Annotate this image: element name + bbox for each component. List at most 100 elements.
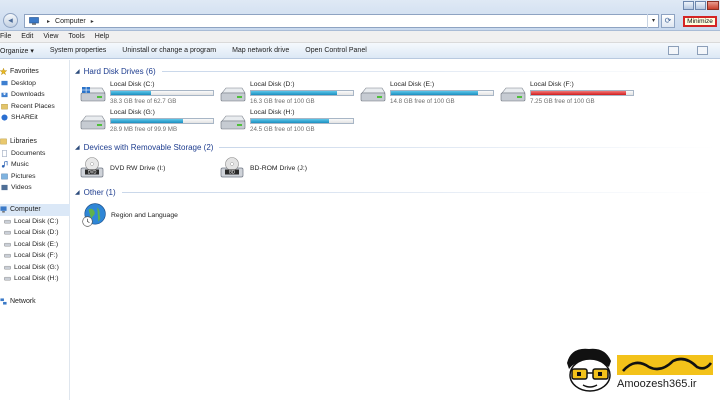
drive-name: Local Disk (H:)	[250, 109, 295, 116]
nav-music[interactable]: Music	[0, 159, 70, 171]
computer-icon	[0, 206, 7, 213]
svg-text:DVD: DVD	[88, 170, 97, 175]
maximize-window-button[interactable]	[695, 1, 706, 10]
uninstall-program-button[interactable]: Uninstall or change a program	[114, 47, 224, 54]
hard-drive-icon	[4, 265, 11, 270]
nav-local-disk-c-label: Local Disk (C:)	[14, 217, 59, 225]
favorites-group: Favorites Desktop Downloads Recent Place…	[0, 66, 70, 124]
hard-drive-icon	[4, 242, 11, 247]
shareit-icon	[1, 114, 8, 121]
map-network-drive-button[interactable]: Map network drive	[224, 47, 297, 54]
globe-clock-icon	[82, 203, 106, 227]
menu-tools[interactable]: Tools	[63, 33, 89, 40]
nav-shareit-label: SHAREit	[11, 114, 38, 122]
minimize-window-button[interactable]	[683, 1, 694, 10]
nav-local-disk-d[interactable]: Local Disk (D:)	[0, 227, 70, 239]
nav-local-disk-c[interactable]: Local Disk (C:)	[0, 216, 70, 228]
open-control-panel-button[interactable]: Open Control Panel	[297, 47, 374, 54]
drive-usage-bar	[530, 90, 634, 96]
nav-libraries[interactable]: Libraries	[0, 136, 70, 148]
group-divider	[161, 70, 715, 72]
group-divider	[219, 146, 715, 148]
hard-drive-icon	[4, 231, 11, 235]
menu-help[interactable]: Help	[90, 33, 114, 40]
region-and-language-item[interactable]: Region and Language	[81, 202, 211, 230]
nav-network[interactable]: Network	[0, 296, 70, 308]
chevron-right-icon[interactable]: ▸	[91, 18, 94, 25]
drive-local-disk-d[interactable]: Local Disk (D:) 16.3 GB free of 100 GB	[220, 80, 360, 108]
nav-desktop[interactable]: Desktop	[0, 78, 70, 90]
drive-name: Local Disk (G:)	[110, 109, 155, 116]
address-dropdown-icon[interactable]: ▾	[647, 14, 659, 28]
removable-drive-dvd[interactable]: DVD DVD RW Drive (I:)	[80, 156, 210, 182]
command-bar: Organize ▾ System properties Uninstall o…	[0, 43, 720, 59]
group-removable-title: Devices with Removable Storage (2)	[83, 142, 214, 152]
drive-usage-fill	[251, 119, 329, 123]
nav-videos-label: Videos	[11, 184, 32, 192]
menu-view[interactable]: View	[38, 33, 63, 40]
drive-free-space: 38.3 GB free of 62.7 GB	[110, 98, 177, 105]
drive-usage-bar	[250, 90, 354, 96]
breadcrumb-computer[interactable]: Computer	[55, 18, 86, 25]
nav-documents[interactable]: Documents	[0, 148, 70, 160]
view-options-icon[interactable]	[668, 46, 679, 55]
group-other[interactable]: ◢ Other (1)	[75, 187, 715, 197]
hard-drive-icon	[220, 87, 246, 102]
drive-name: Local Disk (E:)	[390, 81, 435, 88]
nav-local-disk-g[interactable]: Local Disk (G:)	[0, 262, 70, 274]
libraries-icon	[0, 138, 7, 145]
group-hard-disk-drives[interactable]: ◢ Hard Disk Drives (6)	[75, 66, 715, 76]
nav-pictures[interactable]: Pictures	[0, 171, 70, 183]
collapse-arrow-icon[interactable]: ◢	[75, 144, 80, 151]
hard-drive-icon	[360, 87, 386, 102]
refresh-button[interactable]: ⟳	[661, 14, 675, 28]
nav-network-label: Network	[10, 298, 36, 306]
drive-local-disk-h[interactable]: Local Disk (H:) 24.5 GB free of 100 GB	[220, 108, 360, 136]
music-icon	[1, 161, 8, 168]
drive-local-disk-f[interactable]: Local Disk (F:) 7.25 GB free of 100 GB	[500, 80, 640, 108]
explorer-window: ◂ ▸ Computer ▸ ▾ ⟳ Minimize File Edit Vi…	[0, 0, 720, 400]
drive-free-space: 7.25 GB free of 100 GB	[530, 98, 595, 105]
drive-name: Local Disk (F:)	[530, 81, 574, 88]
network-icon	[0, 298, 7, 305]
removable-drive-bd[interactable]: BD BD-ROM Drive (J:)	[220, 156, 350, 182]
nav-local-disk-h[interactable]: Local Disk (H:)	[0, 273, 70, 285]
address-bar[interactable]: ▸ Computer ▸	[24, 14, 659, 28]
preview-pane-icon[interactable]	[697, 46, 708, 55]
drive-free-space: 14.8 GB free of 100 GB	[390, 98, 455, 105]
group-hdd-title: Hard Disk Drives (6)	[83, 66, 156, 76]
nav-recent-places[interactable]: Recent Places	[0, 101, 70, 113]
nav-local-disk-f[interactable]: Local Disk (F:)	[0, 250, 70, 262]
menu-file[interactable]: File	[0, 33, 16, 40]
nav-desktop-label: Desktop	[11, 79, 36, 87]
drive-usage-bar	[110, 118, 214, 124]
nav-local-disk-d-label: Local Disk (D:)	[14, 229, 59, 237]
collapse-arrow-icon[interactable]: ◢	[75, 189, 80, 196]
group-removable-storage[interactable]: ◢ Devices with Removable Storage (2)	[75, 142, 715, 152]
back-button[interactable]: ◂	[3, 13, 18, 28]
nav-computer[interactable]: Computer	[0, 204, 70, 216]
menu-edit[interactable]: Edit	[16, 33, 38, 40]
nav-shareit[interactable]: SHAREit	[0, 112, 70, 124]
hard-drive-icon	[220, 115, 246, 130]
drive-free-space: 16.3 GB free of 100 GB	[250, 98, 315, 105]
collapse-arrow-icon[interactable]: ◢	[75, 68, 80, 75]
system-properties-button[interactable]: System properties	[42, 47, 114, 54]
drive-local-disk-g[interactable]: Local Disk (G:) 28.9 MB free of 99.9 MB	[80, 108, 220, 136]
nav-favorites[interactable]: Favorites	[0, 66, 70, 78]
group-divider	[121, 191, 715, 193]
close-window-button[interactable]	[707, 1, 719, 10]
libraries-group: Libraries Documents Music Pictures Video…	[0, 136, 70, 194]
nav-downloads[interactable]: Downloads	[0, 89, 70, 101]
drive-local-disk-c[interactable]: Local Disk (C:) 38.3 GB free of 62.7 GB	[80, 80, 220, 108]
drive-usage-bar	[250, 118, 354, 124]
title-bar: ◂ ▸ Computer ▸ ▾ ⟳ Minimize	[0, 0, 720, 31]
drive-usage-bar	[110, 90, 214, 96]
organize-button[interactable]: Organize ▾	[0, 47, 42, 55]
drive-local-disk-e[interactable]: Local Disk (E:) 14.8 GB free of 100 GB	[360, 80, 500, 108]
drive-name: Local Disk (D:)	[250, 81, 295, 88]
nav-local-disk-e-label: Local Disk (E:)	[14, 240, 59, 248]
nav-local-disk-e[interactable]: Local Disk (E:)	[0, 239, 70, 251]
logo-text: Amoozesh365.ir	[617, 378, 697, 390]
nav-videos[interactable]: Videos	[0, 182, 70, 194]
